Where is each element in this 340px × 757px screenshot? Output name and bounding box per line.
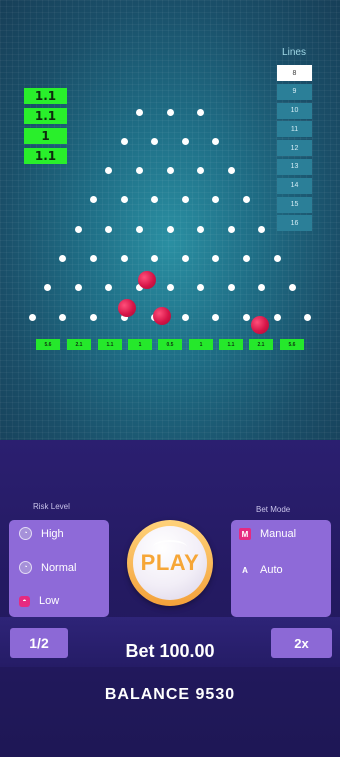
- peg: [120, 137, 128, 145]
- game-ball: [251, 316, 269, 334]
- peg: [135, 225, 143, 233]
- peg: [120, 255, 128, 262]
- peg: [105, 225, 113, 233]
- auto-icon: A: [242, 565, 248, 575]
- multiplier-slot: 5.6: [36, 339, 60, 350]
- line-option-11[interactable]: 11: [277, 121, 312, 138]
- risk-option-label: High: [41, 527, 64, 540]
- history-item: 1: [24, 128, 67, 144]
- peg: [258, 225, 266, 233]
- result-history: 1.1 1.1 1 1.1: [24, 88, 67, 168]
- bet-mode-label: Manual: [260, 528, 297, 540]
- risk-option-low[interactable]: ◓ Low: [19, 595, 59, 607]
- peg: [197, 108, 205, 116]
- highlight-arc: [153, 540, 187, 554]
- multiplier-slot: 5.6: [280, 339, 304, 350]
- gauge-icon: ◓: [19, 595, 30, 607]
- game-ball: [138, 271, 156, 289]
- risk-option-label: Normal: [41, 561, 77, 574]
- risk-option-label: Low: [39, 595, 60, 607]
- bet-mode-panel: M Manual A Auto: [231, 520, 331, 617]
- multiplier-slot: 1.1: [98, 339, 122, 350]
- peg: [74, 284, 82, 292]
- line-option-10[interactable]: 10: [277, 102, 312, 119]
- peg: [304, 313, 312, 321]
- history-item: 1.1: [24, 88, 67, 104]
- peg: [120, 196, 128, 204]
- peg: [28, 313, 36, 321]
- risk-level-title: Risk Level: [33, 502, 70, 511]
- line-option-8[interactable]: 8: [277, 65, 312, 81]
- peg: [212, 313, 220, 321]
- peg: [151, 137, 159, 145]
- peg: [135, 167, 143, 175]
- bet-mode-title: Bet Mode: [256, 505, 291, 514]
- line-option-15[interactable]: 15: [277, 196, 312, 213]
- peg: [227, 167, 235, 175]
- peg: [135, 108, 143, 116]
- peg: [273, 313, 281, 321]
- bet-amount: Bet 100.00: [125, 641, 215, 661]
- balance-display: BALANCE 9530: [104, 686, 236, 703]
- multiplier-slot: 1: [128, 339, 152, 350]
- bet-mode-label: Auto: [260, 564, 283, 576]
- peg: [166, 108, 174, 116]
- lines-title: Lines: [282, 47, 306, 58]
- plinko-board: 1.1 1.1 1 1.1 Lines 8 9 10 11 12 13 14 1…: [0, 0, 340, 440]
- play-button[interactable]: PLAY: [127, 520, 213, 606]
- peg: [181, 255, 189, 262]
- risk-level-panel: ◔ High ◔ Normal ◓ Low: [9, 520, 109, 617]
- peg: [227, 225, 235, 233]
- double-bet-button[interactable]: 2x: [271, 628, 332, 658]
- gauge-icon: ◔: [19, 561, 32, 574]
- peg: [243, 255, 250, 262]
- peg: [273, 255, 281, 262]
- manual-icon: M: [239, 528, 251, 540]
- gauge-icon: ◔: [19, 527, 32, 540]
- half-bet-button[interactable]: 1/2: [10, 628, 68, 658]
- multiplier-slot: 1: [189, 339, 213, 350]
- history-item: 1.1: [24, 108, 67, 124]
- peg: [166, 167, 174, 175]
- peg: [227, 284, 235, 292]
- line-option-13[interactable]: 13: [277, 158, 312, 175]
- line-option-16[interactable]: 16: [277, 215, 312, 232]
- bet-mode-manual[interactable]: M Manual: [239, 528, 296, 540]
- bet-mode-auto[interactable]: A Auto: [239, 564, 283, 576]
- peg: [197, 225, 205, 233]
- game-ball: [118, 299, 136, 317]
- peg: [243, 313, 250, 321]
- history-item: 1.1: [24, 148, 67, 164]
- peg: [181, 313, 189, 321]
- peg: [166, 284, 174, 292]
- line-option-14[interactable]: 14: [277, 177, 312, 194]
- multiplier-slot: 2.1: [67, 339, 91, 350]
- game-ball: [153, 307, 171, 325]
- peg: [181, 137, 189, 145]
- risk-option-normal[interactable]: ◔ Normal: [19, 561, 76, 574]
- line-option-9[interactable]: 9: [277, 83, 312, 100]
- peg: [90, 255, 97, 262]
- risk-option-high[interactable]: ◔ High: [19, 527, 64, 540]
- multiplier-slot: 1.1: [219, 339, 243, 350]
- multiplier-slot: 0.5: [158, 339, 182, 350]
- peg: [90, 313, 97, 321]
- peg: [166, 225, 174, 233]
- peg: [74, 225, 82, 233]
- lines-selector: 8 9 10 11 12 13 14 15 16: [277, 65, 312, 234]
- peg: [59, 313, 67, 321]
- line-option-12[interactable]: 12: [277, 140, 312, 157]
- multiplier-slot: 2.1: [249, 339, 273, 350]
- play-button-face: PLAY: [133, 526, 207, 600]
